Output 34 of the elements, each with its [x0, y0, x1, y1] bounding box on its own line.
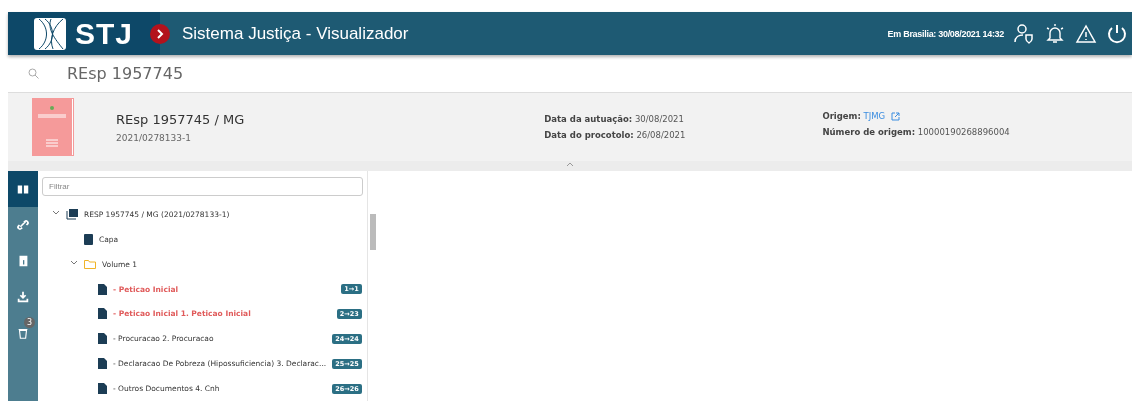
document-icon: [98, 333, 107, 345]
collapse-icon[interactable]: [566, 161, 574, 167]
count-badge: 3: [24, 317, 35, 328]
user-shield-icon[interactable]: [1013, 22, 1035, 45]
download-icon[interactable]: [16, 290, 30, 304]
datetime: Em Brasilia: 30/08/2021 14:32: [887, 28, 1004, 39]
book-cover-icon: [32, 98, 76, 156]
scrollbar-thumb[interactable]: [369, 214, 376, 250]
origin-number: Número de origem: 10000190268896004: [822, 127, 1010, 137]
document-icon: [98, 358, 107, 370]
origin-field: Origem: TJMG: [822, 111, 886, 121]
warning-icon[interactable]: [1075, 22, 1097, 45]
trash-icon[interactable]: [16, 326, 30, 340]
filter-field[interactable]: Filtrar: [42, 177, 363, 196]
search-icon: [28, 68, 39, 79]
document-icon: [98, 308, 107, 320]
documents-icon: [66, 208, 78, 220]
date-field: Data do procotolo: 26/08/2021: [544, 130, 686, 140]
bell-icon[interactable]: [1044, 22, 1066, 45]
document-icon: [98, 383, 107, 395]
search-field[interactable]: REsp 1957745: [65, 63, 369, 84]
process-title: REsp 1957745 / MG: [116, 111, 245, 127]
chevron-icon[interactable]: [150, 23, 170, 44]
logo-text: STJ: [75, 16, 134, 51]
power-icon[interactable]: [1106, 22, 1128, 45]
external-link-icon[interactable]: [891, 111, 901, 121]
book-icon: [84, 233, 93, 245]
folder-icon: [84, 259, 96, 270]
process-number: 2021/0278133-1: [116, 132, 192, 143]
app-title: Sistema Justiça - Visualizador: [182, 23, 409, 44]
logo-icon: [33, 16, 67, 51]
link-icon[interactable]: [16, 218, 30, 232]
date-field: Data da autuação: 30/08/2021: [544, 114, 686, 124]
document-icon: [98, 283, 107, 295]
